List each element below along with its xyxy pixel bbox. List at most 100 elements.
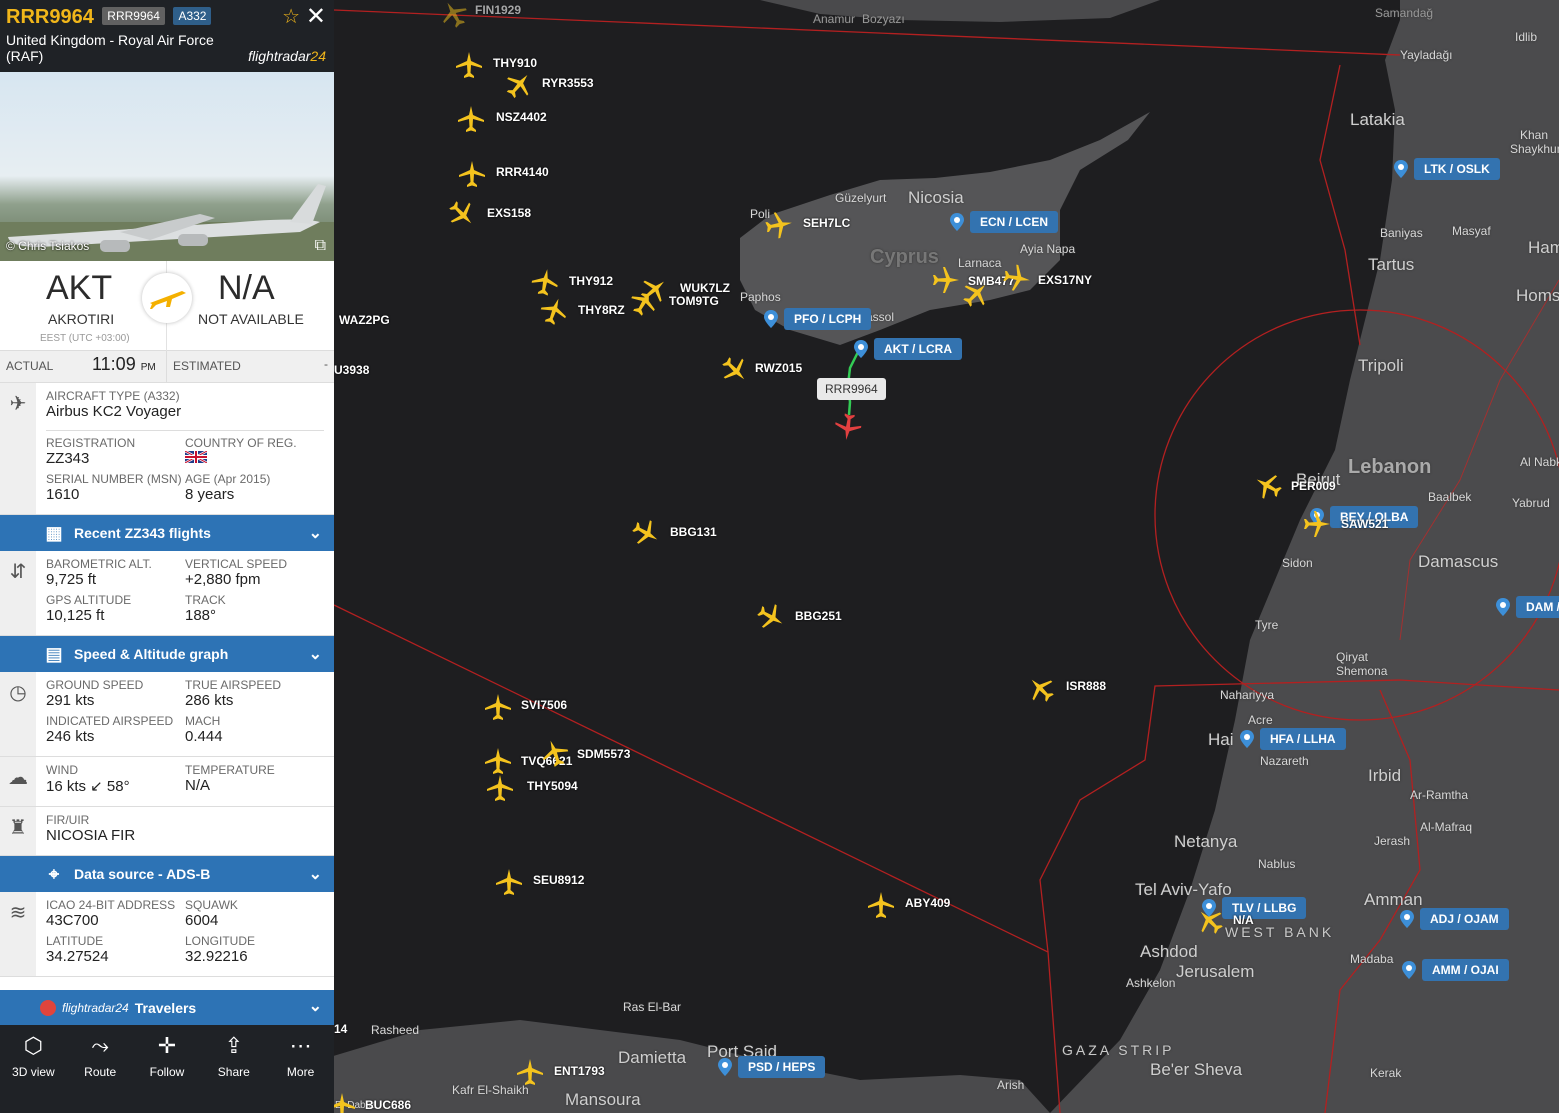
- external-link-icon[interactable]: ⧉: [315, 237, 326, 255]
- callsign-label[interactable]: SVI7506: [521, 698, 567, 712]
- aircraft-icon[interactable]: [1003, 264, 1031, 292]
- icao-value: 43C700: [46, 912, 99, 929]
- speed-graph-bar[interactable]: ▤ Speed & Altitude graph ⌄: [0, 636, 334, 672]
- aircraft-icon[interactable]: [757, 603, 785, 631]
- aircraft-icon[interactable]: [541, 739, 569, 767]
- recent-flights-bar[interactable]: ▦ Recent ZZ343 flights ⌄: [0, 515, 334, 551]
- aircraft-icon[interactable]: [484, 693, 512, 721]
- aircraft-icon[interactable]: [540, 297, 568, 325]
- chevron-down-icon: ⌄: [308, 998, 322, 1015]
- callsign-label[interactable]: SAW521: [1341, 517, 1388, 531]
- latitude-value: 34.27524: [46, 948, 109, 965]
- place-gaza: GAZA STRIP: [1062, 1042, 1175, 1058]
- photo-credit[interactable]: © Chris Tsiakos: [6, 239, 89, 253]
- airport-hfa[interactable]: HFA / LLHA: [1240, 726, 1346, 752]
- callsign-label[interactable]: SDM5573: [577, 747, 630, 761]
- close-icon[interactable]: ✕: [306, 2, 326, 31]
- callsign-label[interactable]: ENT1793: [554, 1064, 605, 1078]
- airport-pin-icon: [950, 213, 964, 231]
- callsign-label[interactable]: ISR888: [1066, 679, 1106, 693]
- airport-ecn[interactable]: ECN / LCEN: [950, 209, 1059, 235]
- aircraft-icon[interactable]: [932, 266, 960, 294]
- aircraft-icon[interactable]: [457, 105, 485, 133]
- aircraft-icon[interactable]: [721, 356, 749, 384]
- callsign-badge: RRR9964: [102, 7, 165, 25]
- aircraft-icon[interactable]: [516, 1058, 544, 1086]
- aircraft-icon[interactable]: [765, 211, 793, 239]
- callsign-label[interactable]: EXS158: [487, 206, 531, 220]
- callsign-label[interactable]: THY912: [569, 274, 613, 288]
- callsign-label[interactable]: NSZ4402: [496, 110, 547, 124]
- callsign-label[interactable]: THY910: [493, 56, 537, 70]
- callsign-label[interactable]: BUC686: [365, 1098, 411, 1112]
- callsign-label[interactable]: BBG131: [670, 525, 717, 539]
- airport-adj[interactable]: ADJ / OJAM: [1400, 906, 1509, 932]
- airport-akt[interactable]: AKT / LCRA: [854, 336, 962, 362]
- selected-aircraft-label[interactable]: RRR9964: [817, 378, 886, 400]
- follow-button[interactable]: ✛ Follow: [134, 1025, 201, 1113]
- speed-section: ◷ GROUND SPEED 291 kts TRUE AIRSPEED 286 k…: [0, 672, 334, 757]
- callsign-label[interactable]: ABY409: [905, 896, 950, 910]
- place-arish: Arish: [997, 1078, 1025, 1092]
- star-icon[interactable]: ☆: [282, 4, 300, 29]
- travelers-bar[interactable]: flightradar24 Travelers ⌄: [0, 990, 334, 1025]
- callsign-label[interactable]: TOM9TG: [669, 294, 719, 308]
- callsign-label[interactable]: N/A: [1233, 913, 1254, 927]
- more-button[interactable]: ⋯ More: [267, 1025, 334, 1113]
- serial-label: SERIAL NUMBER (MSN): [46, 472, 182, 486]
- airport-psd[interactable]: PSD / HEPS: [718, 1054, 826, 1080]
- callsign-label[interactable]: PER009: [1291, 479, 1336, 493]
- airport-amm[interactable]: AMM / OJAI: [1402, 957, 1509, 983]
- data-source-bar[interactable]: ⌖ Data source - ADS-B ⌄: [0, 856, 334, 892]
- aircraft-icon[interactable]: [1027, 675, 1055, 703]
- airport-label: ECN / LCEN: [970, 211, 1059, 233]
- airport-pfo[interactable]: PFO / LCPH: [764, 306, 872, 332]
- airport-dam[interactable]: DAM /: [1496, 594, 1559, 620]
- aircraft-icon[interactable]: [867, 891, 895, 919]
- aircraft-type-value: Airbus KC2 Voyager: [46, 403, 324, 431]
- callsign-label[interactable]: SEU8912: [533, 873, 584, 887]
- callsign-label[interactable]: RWZ015: [755, 361, 802, 375]
- callsign-label[interactable]: 14: [334, 1022, 347, 1036]
- aircraft-icon[interactable]: [455, 51, 483, 79]
- wind-value: 16 kts ↙ 58°: [46, 778, 130, 795]
- aircraft-icon[interactable]: [1254, 472, 1282, 500]
- callsign-label[interactable]: RRR4140: [496, 165, 549, 179]
- callsign-label[interactable]: WUK7LZ: [680, 281, 730, 295]
- track-label: TRACK: [185, 593, 226, 607]
- airport-pin-icon: [1496, 598, 1510, 616]
- aircraft-icon[interactable]: [505, 71, 533, 99]
- airport-ltk[interactable]: LTK / OSLK: [1394, 156, 1500, 182]
- aircraft-icon[interactable]: [484, 747, 512, 775]
- route-button[interactable]: ⤳ Route: [67, 1025, 134, 1113]
- aircraft-icon[interactable]: [458, 160, 486, 188]
- aircraft-photo[interactable]: © Chris Tsiakos ⧉: [0, 72, 334, 261]
- callsign-label[interactable]: WAZ2PG: [339, 313, 390, 327]
- callsign-label[interactable]: SEH7LC: [803, 216, 850, 230]
- origin-code[interactable]: AKT: [46, 269, 112, 308]
- callsign-label[interactable]: RYR3553: [542, 76, 594, 90]
- aircraft-icon[interactable]: [632, 519, 660, 547]
- aircraft-icon[interactable]: [440, 0, 468, 28]
- aircraft-icon[interactable]: [448, 200, 476, 228]
- ias-value: 246 kts: [46, 728, 95, 745]
- aircraft-icon[interactable]: [531, 268, 559, 296]
- aircraft-icon[interactable]: [1196, 907, 1224, 935]
- callsign-label[interactable]: EXS17NY: [1038, 273, 1092, 287]
- 3d-view-button[interactable]: ⬡ 3D view: [0, 1025, 67, 1113]
- aircraft-icon[interactable]: [495, 868, 523, 896]
- callsign-label[interactable]: U3938: [334, 363, 369, 377]
- aircraft-icon[interactable]: [1303, 510, 1331, 538]
- share-button[interactable]: ⇪ Share: [200, 1025, 267, 1113]
- callsign-label[interactable]: FIN1929: [475, 3, 521, 17]
- aircraft-icon[interactable]: [630, 288, 658, 316]
- selected-aircraft-icon[interactable]: [834, 413, 862, 441]
- callsign-label[interactable]: THY5094: [527, 779, 578, 793]
- aircraft-icon[interactable]: [486, 774, 514, 802]
- callsign-label[interactable]: THY8RZ: [578, 303, 625, 317]
- actual-time-cell: ACTUAL 11:09 PM: [0, 351, 167, 382]
- callsign-label[interactable]: BBG251: [795, 609, 842, 623]
- tas-label: TRUE AIRSPEED: [185, 678, 282, 692]
- uk-flag-icon: [184, 449, 208, 465]
- ground-speed-value: 291 kts: [46, 692, 95, 709]
